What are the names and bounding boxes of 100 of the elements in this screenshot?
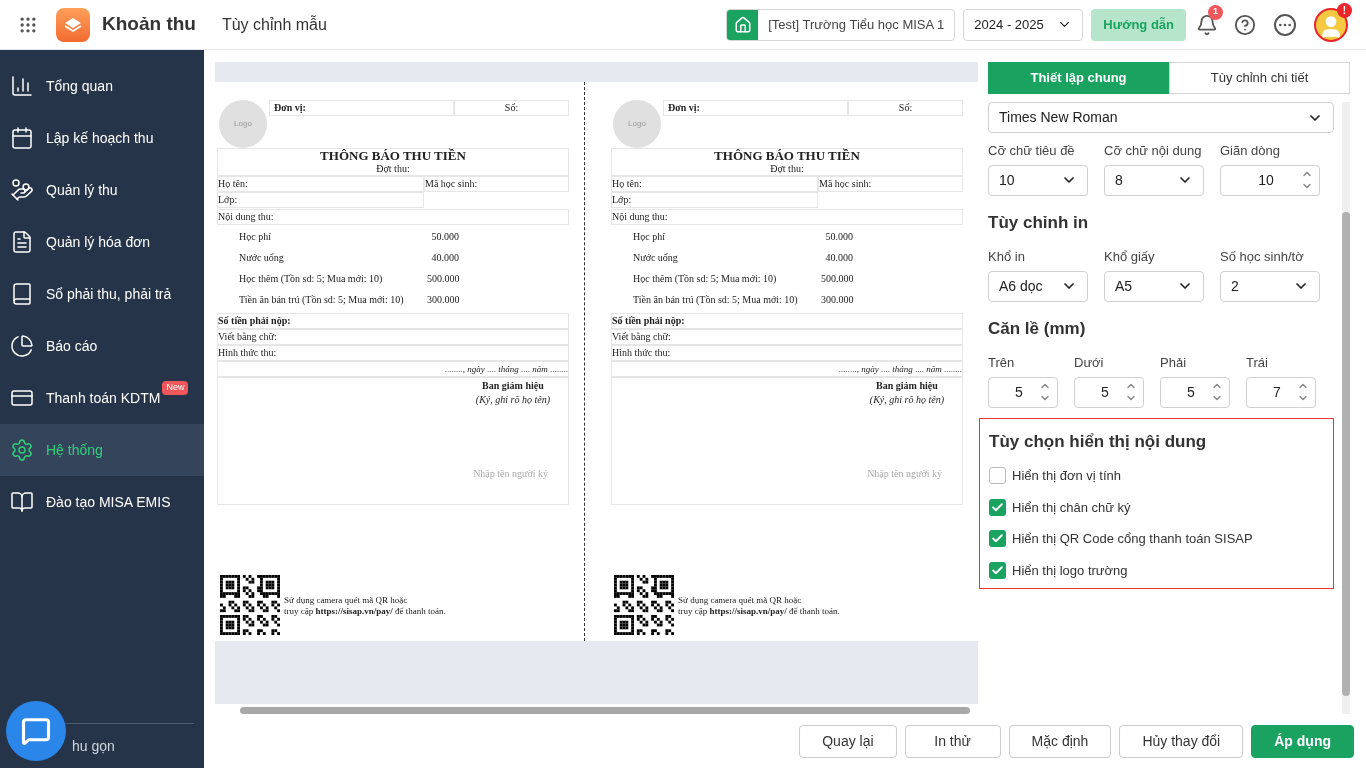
pie-chart-icon xyxy=(10,334,34,358)
sidebar-item[interactable]: Báo cáo xyxy=(0,320,204,372)
fee-name: Tiền ăn bán trú (Tồn sd: 5; Mua mới: 10) xyxy=(632,293,799,308)
fee-amount: 500.000 xyxy=(821,272,853,287)
qr-code-icon xyxy=(220,574,280,635)
student-code-label: Mã học sinh: xyxy=(818,175,963,192)
dropdown-field[interactable]: 10 xyxy=(988,164,1088,196)
calendar-icon xyxy=(10,126,34,150)
number-spinner[interactable]: 5 xyxy=(1160,376,1230,408)
checkbox[interactable] xyxy=(989,467,1006,485)
section-title: Căn lề (mm) xyxy=(988,317,1087,340)
new-badge: New xyxy=(162,381,189,395)
field-label: Số học sinh/tờ xyxy=(1220,248,1305,266)
house-icon xyxy=(733,15,752,34)
number-label: Số: xyxy=(454,99,569,116)
number-spinner[interactable]: 7 xyxy=(1246,376,1316,408)
open-book-icon xyxy=(10,490,34,514)
field-label: Khổ in xyxy=(988,248,1026,266)
app-title: Khoản thu xyxy=(102,12,196,37)
student-code-label: Mã học sinh: xyxy=(424,175,569,192)
field-label: Dưới xyxy=(1074,354,1105,372)
sidebar-item[interactable]: Lập kế hoạch thu xyxy=(0,112,204,164)
signer-hint: (Ký, ghi rõ họ tên) xyxy=(869,392,944,407)
class-label: Lớp: xyxy=(611,191,818,208)
period-label: Đợt thu: xyxy=(770,162,804,175)
qr-code-icon xyxy=(614,574,674,635)
fee-name: Nước uống xyxy=(632,251,679,266)
number-spinner[interactable]: 5 xyxy=(988,376,1058,408)
notification-count-badge: 1 xyxy=(1208,4,1223,20)
chat-bubble-icon xyxy=(21,716,51,746)
checkbox-label: Hiển thị đơn vị tính xyxy=(1012,467,1121,485)
unit-label: Đơn vị: xyxy=(663,99,848,116)
sidebar-item[interactable]: Hệ thống xyxy=(0,424,204,476)
chat-button[interactable] xyxy=(6,701,66,761)
fee-name: Học thêm (Tồn sd: 5; Mua mới: 10) xyxy=(238,272,384,287)
footer-button[interactable]: Quay lại xyxy=(799,724,897,758)
check-icon xyxy=(991,563,1004,577)
unit-label: Đơn vị: xyxy=(269,99,454,116)
field-label: Cỡ chữ nội dung xyxy=(1104,142,1203,160)
footer-button[interactable]: Mặc định xyxy=(1008,724,1112,758)
checkbox[interactable] xyxy=(989,561,1006,579)
school-selector[interactable]: [Test] Trường Tiểu học MISA 1 xyxy=(726,8,956,41)
app-logo-icon xyxy=(56,7,90,42)
qr-instruction-text: truy cập https://sisap.vn/pay/ để thanh toán. xyxy=(284,605,446,617)
checkbox-label: Hiển thị chân chữ ký xyxy=(1012,498,1131,517)
section-title: Tùy chọn hiển thị nội dung xyxy=(989,430,1208,453)
date-line: ........, ngày .... tháng .... năm ........ xyxy=(444,362,568,376)
checkbox-label: Hiển thị logo trường xyxy=(1012,561,1128,580)
name-label: Họ tên: xyxy=(217,175,424,192)
help-icon[interactable] xyxy=(1234,13,1256,36)
date-line: ........, ngày .... tháng .... năm ........ xyxy=(838,362,962,376)
document-icon xyxy=(10,230,34,254)
fee-name: Học phí xyxy=(632,230,666,245)
field-label: Trên xyxy=(988,354,1016,372)
fee-name: Tiền ăn bán trú (Tồn sd: 5; Mua mới: 10) xyxy=(238,293,405,308)
fee-name: Học thêm (Tồn sd: 5; Mua mới: 10) xyxy=(632,272,778,287)
signer-hint: (Ký, ghi rõ họ tên) xyxy=(475,392,550,407)
content-label: Nội dung thu: xyxy=(611,208,963,225)
number-spinner[interactable]: 5 xyxy=(1074,376,1144,408)
sidebar-item[interactable]: Tổng quan xyxy=(0,60,204,112)
hand-coins-icon xyxy=(10,178,34,202)
collapse-label[interactable]: hu gọn xyxy=(72,735,115,757)
dropdown-field[interactable]: A5 xyxy=(1104,270,1204,302)
sidebar-item[interactable]: Thanh toán KDTM New xyxy=(0,372,204,424)
avatar-alert-badge: ! xyxy=(1337,2,1352,18)
dropdown-field[interactable]: 8 xyxy=(1104,164,1204,196)
in-words-label: Viết bằng chữ: xyxy=(217,328,569,345)
settings-tab[interactable]: Tùy chỉnh chi tiết xyxy=(1169,62,1350,94)
fee-amount: 300.000 xyxy=(427,293,459,308)
sidebar-item[interactable]: Quản lý hóa đơn xyxy=(0,216,204,268)
more-options-icon[interactable] xyxy=(1274,13,1296,36)
checkbox-label: Hiển thị QR Code cổng thanh toán SISAP xyxy=(1012,530,1253,548)
sidebar-item[interactable]: Đào tạo MISA EMIS xyxy=(0,476,204,528)
signer-title: Ban giám hiệu xyxy=(482,378,544,393)
field-label: Trái xyxy=(1246,354,1269,372)
number-label: Số: xyxy=(848,99,963,116)
fee-amount: 40.000 xyxy=(430,251,459,266)
field-label: Giãn dòng xyxy=(1220,142,1281,160)
vertical-scrollbar[interactable] xyxy=(1342,102,1350,714)
logo-text: Logo xyxy=(628,117,646,130)
field-label: Khổ giấy xyxy=(1104,248,1156,266)
school-year-dropdown[interactable]: 2024 - 2025 xyxy=(963,8,1084,41)
fee-amount: 40.000 xyxy=(824,251,853,266)
field-label: Phải xyxy=(1160,354,1188,372)
number-spinner[interactable]: 10 xyxy=(1220,164,1320,196)
book-icon xyxy=(10,282,34,306)
dropdown-field[interactable]: Times New Roman xyxy=(988,102,1334,133)
avatar[interactable] xyxy=(1314,7,1348,42)
footer-button[interactable]: Hủy thay đổi xyxy=(1119,724,1244,758)
dropdown-field[interactable]: 2 xyxy=(1220,270,1320,302)
sidebar-item[interactable]: Sổ phải thu, phải trả xyxy=(0,268,204,320)
section-title: Tùy chỉnh in xyxy=(988,211,1090,234)
checkbox[interactable] xyxy=(989,498,1006,516)
receipt-title: THÔNG BÁO THU TIỀN xyxy=(320,148,466,163)
in-words-label: Viết bằng chữ: xyxy=(611,328,963,345)
dropdown-field[interactable]: A6 dọc xyxy=(988,270,1088,302)
footer-button[interactable]: In thử xyxy=(904,724,1001,758)
sidebar-item[interactable]: Quản lý thu xyxy=(0,164,204,216)
checkbox[interactable] xyxy=(989,530,1006,548)
bell-icon[interactable] xyxy=(1196,13,1218,36)
